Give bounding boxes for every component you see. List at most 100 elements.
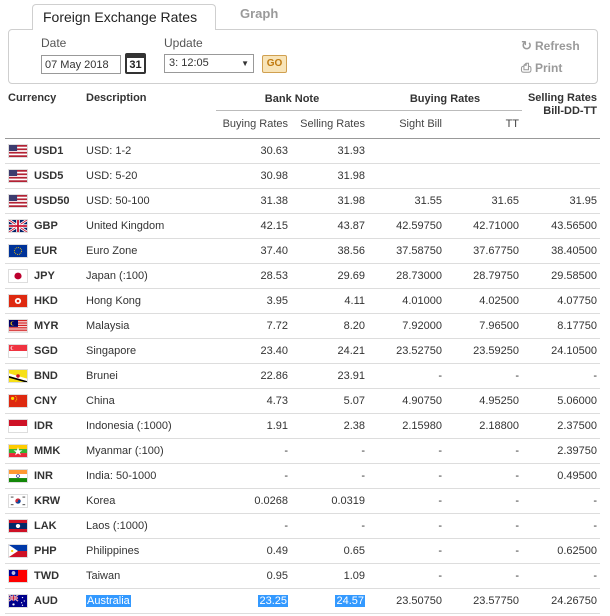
banknote-buying-cell: 0.0268 <box>216 488 291 513</box>
currency-code-cell: KRW <box>5 488 83 513</box>
print-button[interactable]: ⎙ Print <box>521 60 562 76</box>
sight-bill-rate-cell: - <box>368 363 445 388</box>
currency-code: PHP <box>34 544 57 557</box>
banknote-selling: 4.11 <box>344 294 365 307</box>
banknote-buying-cell: 37.40 <box>216 238 291 263</box>
tt-rate-cell: - <box>445 463 522 488</box>
flag-ph-icon <box>8 543 28 558</box>
selling-rate-cell <box>522 138 600 163</box>
selling-rate: - <box>593 519 598 532</box>
currency-code: SGD <box>34 344 58 357</box>
selling-rate-cell: 0.49500 <box>522 463 600 488</box>
banknote-selling-cell: 29.69 <box>291 263 368 288</box>
banknote-buying-cell: 1.91 <box>216 413 291 438</box>
banknote-buying: 28.53 <box>260 269 288 282</box>
tt-rate: - <box>515 369 520 382</box>
refresh-button[interactable]: ↻ Refresh <box>521 38 580 54</box>
banknote-selling: 31.98 <box>337 194 365 207</box>
tt-rate-cell: - <box>445 563 522 588</box>
currency-description-cell: Euro Zone <box>83 238 216 263</box>
banknote-buying: 0.0268 <box>254 494 288 507</box>
currency-code: USD5 <box>34 169 64 182</box>
tt-rate: 42.71000 <box>473 219 520 232</box>
table-row: KRW Korea 0.0268 0.0319 - - - <box>5 488 601 513</box>
banknote-buying-cell: 31.38 <box>216 188 291 213</box>
banknote-buying: 30.63 <box>260 144 288 157</box>
sight-bill-rate-cell: 4.01000 <box>368 288 445 313</box>
currency-description: Korea <box>86 494 116 507</box>
tt-rate-cell: 2.18800 <box>445 413 522 438</box>
update-select[interactable]: 3: 12:05 ▼ <box>164 54 254 73</box>
sight-bill-rate: - <box>438 519 442 532</box>
banknote-selling: - <box>361 469 365 482</box>
currency-code: LAK <box>34 519 57 532</box>
banknote-buying-cell: 0.49 <box>216 538 291 563</box>
currency-code-cell: USD5 <box>5 163 83 188</box>
sight-bill-rate-cell: 23.50750 <box>368 588 445 613</box>
selling-rate: 0.62500 <box>557 544 598 557</box>
selling-rate-cell: 43.56500 <box>522 213 600 238</box>
banknote-selling: - <box>361 519 365 532</box>
selling-rate: 8.17750 <box>557 319 598 332</box>
flag-us-icon <box>8 168 28 183</box>
currency-code-cell: CNY <box>5 388 83 413</box>
flag-cn-icon <box>8 393 28 408</box>
selling-rate: 31.95 <box>569 194 598 207</box>
selling-rate: 24.26750 <box>551 594 598 607</box>
currency-description-cell: Malaysia <box>83 313 216 338</box>
tt-rate: - <box>515 519 520 532</box>
selling-rate: 0.49500 <box>557 469 598 482</box>
banknote-buying: 30.98 <box>260 169 288 182</box>
currency-code-cell: USD50 <box>5 188 83 213</box>
currency-description-cell: India: 50-1000 <box>83 463 216 488</box>
flag-id-icon <box>8 418 28 433</box>
selling-rate: 29.58500 <box>551 269 598 282</box>
banknote-selling: 8.20 <box>343 319 365 332</box>
currency-description: Singapore <box>86 344 137 357</box>
banknote-buying: 42.15 <box>260 219 288 232</box>
currency-code: CNY <box>34 394 58 407</box>
flag-my-icon <box>8 318 28 333</box>
flag-us-icon <box>8 143 28 158</box>
calendar-icon[interactable]: 31 <box>125 53 146 74</box>
go-button[interactable]: GO <box>262 55 287 73</box>
currency-code-cell: LAK <box>5 513 83 538</box>
selling-rate: 2.37500 <box>557 419 598 432</box>
tt-rate-cell: 31.65 <box>445 188 522 213</box>
banknote-buying: 7.72 <box>266 319 288 332</box>
print-label: Print <box>535 61 563 75</box>
tt-rate: 23.57750 <box>473 594 520 607</box>
flag-in-icon <box>8 468 28 483</box>
flag-eu-icon <box>8 243 28 258</box>
header-bn-buying: Buying Rates <box>222 118 288 130</box>
banknote-buying-cell: 23.25 <box>216 588 291 613</box>
currency-code: USD50 <box>34 194 70 207</box>
currency-code: INR <box>34 469 53 482</box>
currency-description-cell: Korea <box>83 488 216 513</box>
currency-code-cell: GBP <box>5 213 83 238</box>
banknote-buying: 23.25 <box>258 594 288 607</box>
banknote-selling-cell: 24.57 <box>291 588 368 613</box>
sight-bill-rate-cell: - <box>368 463 445 488</box>
refresh-icon: ↻ <box>521 38 532 53</box>
tab-foreign-exchange-rates[interactable]: Foreign Exchange Rates <box>32 4 216 30</box>
flag-jp-icon <box>8 268 28 283</box>
banknote-selling-cell: 43.87 <box>291 213 368 238</box>
currency-code: MYR <box>34 319 59 332</box>
currency-code: EUR <box>34 244 58 257</box>
currency-code-cell: INR <box>5 463 83 488</box>
banknote-selling-cell: 8.20 <box>291 313 368 338</box>
date-input[interactable] <box>41 55 121 74</box>
sight-bill-rate: 42.59750 <box>396 219 442 232</box>
banknote-buying-cell: 23.40 <box>216 338 291 363</box>
tab-graph[interactable]: Graph <box>240 6 278 21</box>
tt-rate: 4.95250 <box>479 394 520 407</box>
currency-description-cell: USD: 50-100 <box>83 188 216 213</box>
tt-rate-cell <box>445 138 522 163</box>
table-row: PHP Philippines 0.49 0.65 - - 0.62500 <box>5 538 601 563</box>
rates-table: Currency Description Bank Note Buying Ra… <box>5 88 601 614</box>
control-panel: Date 31 Update 3: 12:05 ▼ GO ↻Refresh ⎙P… <box>8 29 598 84</box>
currency-code: KRW <box>34 494 61 507</box>
currency-code: BND <box>34 369 58 382</box>
date-label: Date <box>41 36 67 50</box>
